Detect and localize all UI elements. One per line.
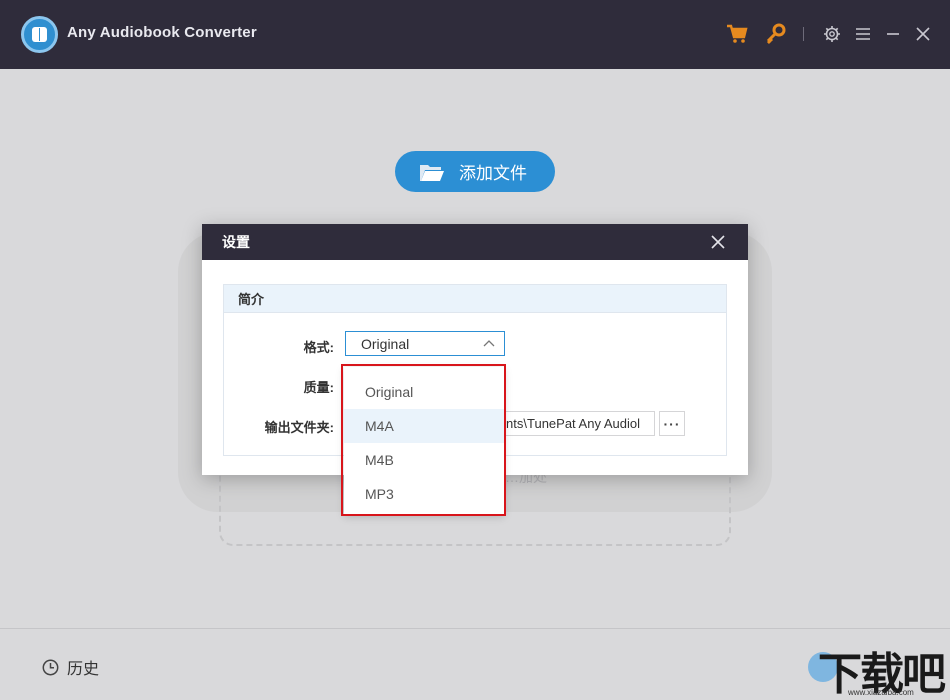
watermark-url: www.xiazaiba.com <box>848 688 914 697</box>
history-label: 历史 <box>67 661 100 678</box>
clock-icon <box>42 659 59 675</box>
dialog-header: 设置 <box>202 224 748 260</box>
key-icon[interactable] <box>765 22 787 46</box>
dialog-close-icon[interactable] <box>710 234 726 250</box>
cart-icon[interactable] <box>726 22 748 46</box>
add-files-label: 添加文件 <box>459 164 527 183</box>
audiobook-logo-icon <box>21 16 58 53</box>
title-bar: Any Audiobook Converter <box>0 0 950 69</box>
dialog-title: 设置 <box>222 234 250 250</box>
folder-icon <box>420 164 444 181</box>
app-title: Any Audiobook Converter <box>67 24 257 41</box>
chevron-up-icon <box>483 340 495 347</box>
quality-label: 质量: <box>303 380 334 395</box>
history-button[interactable]: 历史 <box>42 655 99 679</box>
gear-icon[interactable] <box>823 22 841 46</box>
minimize-icon[interactable] <box>885 22 901 46</box>
watermark: 下载吧 www.xiazaiba.com <box>810 638 950 700</box>
format-label: 格式: <box>303 340 334 355</box>
highlight-box <box>341 364 506 516</box>
format-select-value: Original <box>361 335 410 352</box>
menu-icon[interactable] <box>855 22 871 46</box>
section-title: 简介 <box>224 285 726 313</box>
format-select[interactable]: Original <box>345 331 505 356</box>
browse-button[interactable]: ··· <box>659 411 685 436</box>
footer-divider <box>0 628 950 629</box>
output-folder-label: 输出文件夹: <box>264 420 334 435</box>
toolbar-divider <box>803 27 804 41</box>
add-files-button[interactable]: 添加文件 <box>395 151 555 192</box>
close-icon[interactable] <box>915 22 931 46</box>
